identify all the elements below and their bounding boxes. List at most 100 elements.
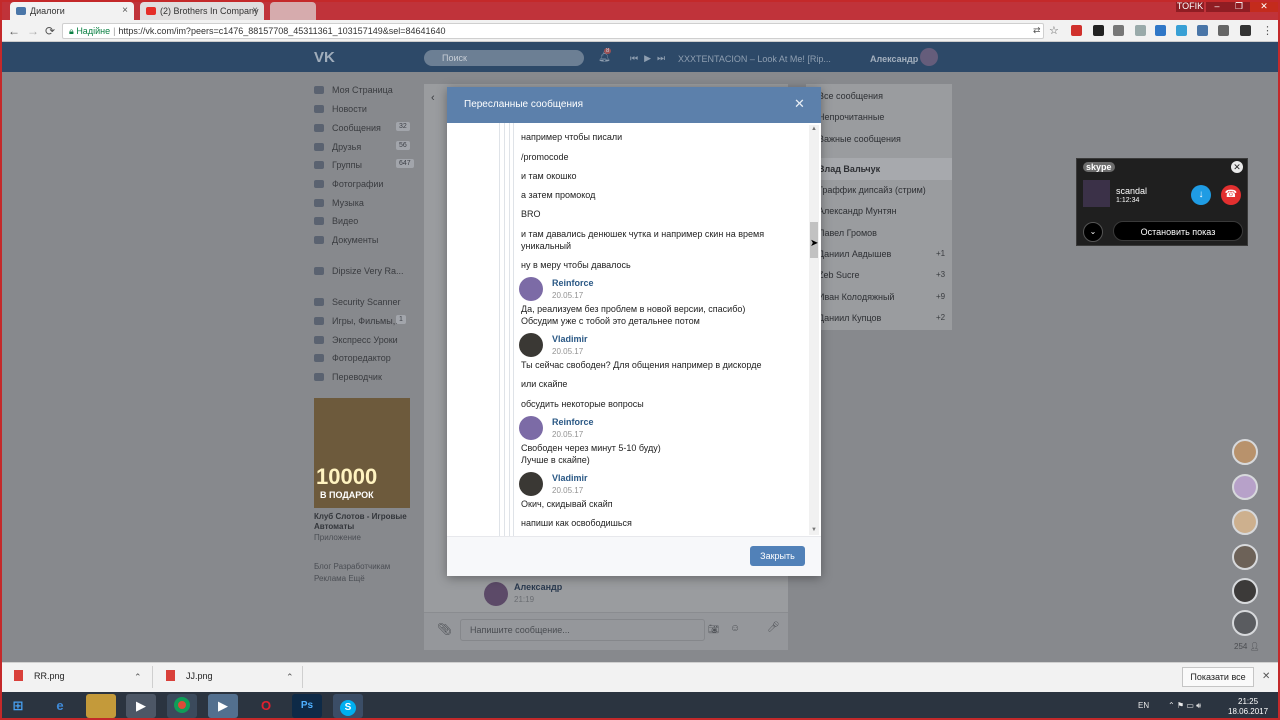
- sidebar-app-item[interactable]: Фоторедактор: [314, 353, 391, 363]
- sidebar-app-item[interactable]: Игры, Фильмы,... 1: [314, 315, 412, 326]
- sidebar-item-documents[interactable]: Документы: [314, 235, 378, 245]
- download-item[interactable]: JJ.png: [166, 670, 213, 681]
- address-bar[interactable]: 🔒︎ Надійне | https://vk.com/im?peers=c1476…: [62, 23, 1044, 39]
- tab-close-icon[interactable]: ×: [252, 5, 258, 16]
- profile-badge[interactable]: TOFIK: [1176, 0, 1204, 12]
- message-author[interactable]: Vladimir: [552, 473, 588, 483]
- chevron-down-icon[interactable]: ⌄: [1083, 222, 1103, 242]
- chrome-icon[interactable]: [167, 694, 197, 718]
- hang-up-button[interactable]: ☎: [1221, 185, 1241, 205]
- camera-icon[interactable]: 📷︎: [708, 624, 719, 635]
- scroll-down-icon[interactable]: ▼: [811, 527, 817, 533]
- footer-links[interactable]: Блог Разработчикам Реклама Ещё: [314, 561, 414, 585]
- vk-search-input[interactable]: Поиск: [424, 50, 584, 66]
- user-avatar[interactable]: [920, 48, 938, 66]
- sidebar-item-group-link[interactable]: Dipsize Very Ra...: [314, 266, 404, 276]
- tab-dialogs[interactable]: Диалоги ×: [10, 2, 134, 20]
- player-track[interactable]: XXXTENTACION – Look At Me! [Rip...: [678, 54, 831, 64]
- skype-taskbar-icon[interactable]: S: [333, 694, 363, 718]
- dialog-item[interactable]: Даниил Купцов +2: [818, 313, 946, 323]
- media-player-icon[interactable]: ▶: [126, 694, 156, 718]
- minimize-button[interactable]: –: [1206, 0, 1228, 12]
- filter-all-messages[interactable]: Все сообщения: [818, 91, 883, 101]
- dialog-item[interactable]: Иван Колодяжный +9: [818, 292, 946, 302]
- friend-avatar[interactable]: [1232, 474, 1258, 500]
- sidebar-item-my-page[interactable]: Моя Страница: [314, 85, 393, 95]
- translate-icon[interactable]: ⇄: [1033, 25, 1041, 36]
- dialog-item[interactable]: Павел Громов: [818, 228, 946, 238]
- microphone-icon[interactable]: 🎤︎: [767, 622, 780, 633]
- dialog-item[interactable]: Граффик дипсайз (стрим): [818, 185, 946, 195]
- sidebar-item-photos[interactable]: Фотографии: [314, 179, 383, 189]
- forward-button[interactable]: →: [27, 24, 39, 38]
- avatar[interactable]: [519, 333, 543, 357]
- sidebar-item-messages[interactable]: Сообщения 32: [314, 122, 412, 133]
- filter-important[interactable]: Важные сообщения: [818, 134, 901, 144]
- sidebar-item-friends[interactable]: Друзья 56: [314, 141, 412, 152]
- sidebar-app-item[interactable]: Переводчик: [314, 372, 382, 382]
- player-controls[interactable]: ⏮▶⏭: [630, 53, 671, 64]
- new-tab-button[interactable]: [270, 2, 316, 20]
- extension-adblock-icon[interactable]: [1071, 25, 1082, 36]
- sidebar-app-item[interactable]: Экспресс Уроки: [314, 335, 398, 345]
- chrome-menu-icon[interactable]: ⋮: [1262, 24, 1273, 37]
- window-close-button[interactable]: ✕: [1250, 0, 1278, 12]
- message-author[interactable]: Reinforce: [552, 417, 594, 427]
- video-player-icon[interactable]: ▶: [208, 694, 238, 718]
- file-explorer-icon[interactable]: [86, 694, 116, 718]
- message-author[interactable]: Vladimir: [552, 334, 588, 344]
- sidebar-item-news[interactable]: Новости: [314, 104, 367, 114]
- tab-youtube[interactable]: (2) Brothers In Company ×: [140, 2, 264, 20]
- extension-icon[interactable]: [1135, 25, 1146, 36]
- friend-avatar[interactable]: [1232, 439, 1258, 465]
- ad-banner-image[interactable]: 10000 В ПОДАРОК: [314, 398, 410, 508]
- ad-title[interactable]: Клуб Слотов - Игровые Автоматы: [314, 512, 410, 532]
- online-friends-count[interactable]: 254 👤︎: [1234, 642, 1260, 651]
- opera-icon[interactable]: O: [251, 694, 281, 718]
- reload-button[interactable]: ⟳: [45, 24, 55, 38]
- dialog-item[interactable]: Александр Мунтян: [818, 206, 946, 216]
- friend-avatar[interactable]: [1232, 509, 1258, 535]
- extension-icon[interactable]: [1155, 25, 1166, 36]
- skype-close-icon[interactable]: ✕: [1231, 161, 1243, 173]
- extension-icon[interactable]: [1197, 25, 1208, 36]
- dialog-item[interactable]: Даниил Авдышев +1: [818, 249, 946, 259]
- message-author[interactable]: Reinforce: [552, 278, 594, 288]
- bookmark-star-icon[interactable]: ☆: [1049, 24, 1059, 37]
- vk-logo[interactable]: VK: [314, 49, 335, 66]
- message-input[interactable]: Напишите сообщение...: [460, 619, 705, 641]
- friend-avatar[interactable]: [1232, 578, 1258, 604]
- sidebar-item-groups[interactable]: Группы 647: [314, 159, 414, 170]
- friend-avatar[interactable]: [1232, 544, 1258, 570]
- extension-icon[interactable]: [1113, 25, 1124, 36]
- extension-icon[interactable]: [1176, 25, 1187, 36]
- dialog-item[interactable]: Влад Вальчук: [818, 164, 946, 174]
- tab-close-icon[interactable]: ×: [122, 5, 128, 16]
- microphone-button[interactable]: ↓: [1191, 185, 1211, 205]
- scroll-up-icon[interactable]: ▲: [811, 126, 817, 132]
- message-author[interactable]: Александр: [514, 582, 562, 592]
- avatar[interactable]: [519, 277, 543, 301]
- sidebar-item-video[interactable]: Видео: [314, 216, 358, 226]
- emoji-icon[interactable]: ☺: [730, 623, 740, 634]
- photoshop-icon[interactable]: Ps: [292, 694, 322, 718]
- avatar[interactable]: [519, 416, 543, 440]
- attach-icon[interactable]: 📎︎: [437, 622, 452, 636]
- extension-icon[interactable]: [1218, 25, 1229, 36]
- sidebar-item-music[interactable]: Музыка: [314, 198, 364, 208]
- chevron-up-icon[interactable]: ⌃: [286, 672, 294, 683]
- sidebar-app-item[interactable]: Security Scanner: [314, 297, 401, 307]
- stop-sharing-button[interactable]: Остановить показ: [1113, 221, 1243, 241]
- close-button[interactable]: Закрыть: [750, 546, 805, 566]
- clock[interactable]: 21:25 18.06.2017: [1228, 697, 1268, 717]
- extension-icon[interactable]: [1093, 25, 1104, 36]
- vk-user-name[interactable]: Александр: [870, 54, 918, 64]
- back-arrow-icon[interactable]: ‹: [431, 92, 435, 104]
- filter-unread[interactable]: Непрочитанные: [818, 112, 884, 122]
- friend-avatar[interactable]: [1232, 610, 1258, 636]
- close-downloads-icon[interactable]: ✕: [1262, 671, 1270, 682]
- back-button[interactable]: ←: [8, 24, 20, 38]
- maximize-button[interactable]: ❐: [1228, 0, 1250, 12]
- language-indicator[interactable]: EN: [1138, 701, 1149, 710]
- download-item[interactable]: RR.png: [14, 670, 65, 681]
